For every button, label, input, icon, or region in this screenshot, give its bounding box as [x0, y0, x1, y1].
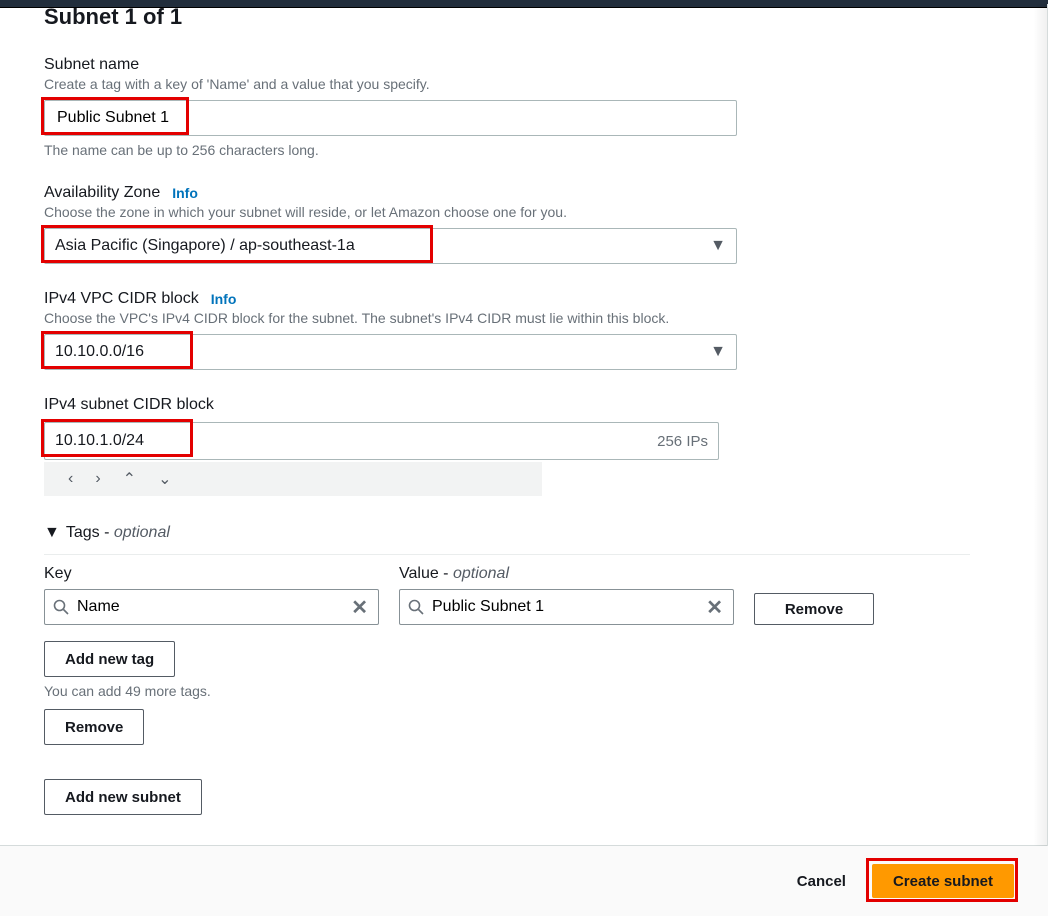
az-info-link[interactable]: Info	[172, 185, 198, 201]
caret-down-icon: ▼	[44, 524, 60, 542]
search-icon	[408, 599, 424, 615]
caret-down-icon: ▼	[710, 343, 726, 361]
az-label: Availability Zone	[44, 184, 160, 202]
vpc-cidr-label: IPv4 VPC CIDR block	[44, 290, 199, 308]
remove-tag-button[interactable]: Remove	[754, 593, 874, 625]
cidr-nav-bar: ‹ › ⌃ ⌄	[44, 462, 542, 496]
cidr-down-icon[interactable]: ⌄	[158, 469, 171, 489]
vpc-cidr-desc: Choose the VPC's IPv4 CIDR block for the…	[44, 310, 784, 326]
footer-bar: Cancel Create subnet	[0, 846, 1048, 916]
subnet-name-label: Subnet name	[44, 56, 784, 74]
tag-key-input[interactable]	[75, 597, 343, 617]
tag-key-label: Key	[44, 565, 379, 583]
search-icon	[53, 599, 69, 615]
caret-down-icon: ▼	[710, 237, 726, 255]
divider	[44, 554, 970, 555]
subnet-name-desc: Create a tag with a key of 'Name' and a …	[44, 76, 784, 92]
subnet-cidr-value[interactable]: 10.10.1.0/24	[55, 432, 144, 450]
tags-toggle[interactable]: ▼ Tags - optional	[44, 524, 974, 550]
subnet-name-input-wrap[interactable]	[44, 100, 737, 136]
section-title: Subnet 1 of 1	[44, 4, 1047, 30]
vpc-cidr-info-link[interactable]: Info	[211, 291, 237, 307]
clear-icon[interactable]: ✕	[349, 595, 370, 620]
cancel-button[interactable]: Cancel	[791, 872, 852, 891]
tag-value-label: Value - optional	[399, 565, 734, 583]
subnet-name-hint: The name can be up to 256 characters lon…	[44, 142, 784, 158]
subnet-cidr-ip-count: 256 IPs	[657, 433, 708, 450]
clear-icon[interactable]: ✕	[704, 595, 725, 620]
add-tag-button[interactable]: Add new tag	[44, 641, 175, 677]
tags-header-label: Tags - optional	[66, 524, 170, 542]
create-subnet-button[interactable]: Create subnet	[872, 864, 1014, 898]
tag-key-input-wrap[interactable]: ✕	[44, 589, 379, 625]
vpc-cidr-value: 10.10.0.0/16	[55, 343, 144, 361]
az-select-value: Asia Pacific (Singapore) / ap-southeast-…	[55, 237, 355, 255]
cidr-prev-icon[interactable]: ‹	[68, 470, 73, 488]
subnet-cidr-label: IPv4 subnet CIDR block	[44, 396, 784, 414]
az-select[interactable]: Asia Pacific (Singapore) / ap-southeast-…	[44, 228, 737, 264]
tag-value-input[interactable]	[430, 597, 698, 617]
vpc-cidr-select[interactable]: 10.10.0.0/16 ▼	[44, 334, 737, 370]
cidr-next-icon[interactable]: ›	[95, 470, 100, 488]
cidr-up-icon[interactable]: ⌃	[123, 469, 136, 489]
subnet-name-input[interactable]	[55, 108, 726, 128]
az-desc: Choose the zone in which your subnet wil…	[44, 204, 784, 220]
tag-value-input-wrap[interactable]: ✕	[399, 589, 734, 625]
add-subnet-button[interactable]: Add new subnet	[44, 779, 202, 815]
remove-subnet-button[interactable]: Remove	[44, 709, 144, 745]
tag-count-hint: You can add 49 more tags.	[44, 683, 974, 699]
